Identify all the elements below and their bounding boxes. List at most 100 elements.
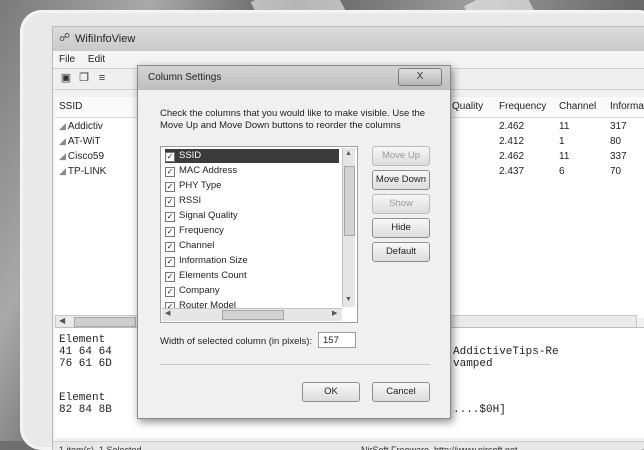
properties-icon[interactable]: ≡ [95,72,109,85]
column-item-ssid[interactable]: ✓ SSID [165,149,339,163]
checkbox[interactable]: ✓ [165,287,175,297]
status-credit: NirSoft Freeware. http://www.nirsoft.net [361,445,518,450]
scroll-down-icon[interactable]: ▼ [345,296,352,303]
column-item-information-size[interactable]: ✓ Information Size [165,254,339,268]
checkbox[interactable]: ✓ [165,227,175,237]
channel-cell: 11 [559,121,570,132]
ok-button[interactable]: OK [302,382,360,402]
frequency-cell: 2.412 [499,136,525,147]
dialog-title: Column Settings [148,72,222,83]
save-icon[interactable]: ▣ [59,72,73,85]
column-item-label: SSID [179,150,202,161]
wifi-app-icon: ☍ [59,32,71,44]
status-item-count: 1 item(s), 1 Selected [59,445,142,450]
checklist-vertical-scrollbar[interactable]: ▲ ▼ [342,148,355,307]
frequency-cell: 2.462 [499,121,525,132]
menu-file[interactable]: File [59,54,75,65]
signal-icon: ◢ [59,166,66,176]
column-item-frequency[interactable]: ✓ Frequency [165,224,339,238]
column-item-rssi[interactable]: ✓ RSSI [165,194,339,208]
checkbox[interactable]: ✓ [165,152,175,162]
detail-text: 82 84 8B [59,404,112,416]
scroll-thumb[interactable] [344,166,355,236]
column-item-label: RSSI [179,195,202,206]
info-size-cell: 337 [610,151,627,162]
detail-text: ....$0H] [453,404,506,416]
checkbox[interactable]: ✓ [165,242,175,252]
column-item-label: Information Size [179,255,248,266]
channel-cell: 6 [559,166,565,177]
info-size-cell: 80 [610,136,622,147]
frequency-cell: 2.462 [499,151,525,162]
column-item-label: Signal Quality [179,210,238,221]
column-checklist: ✓ SSID ✓ MAC Address ✓ PHY Type ✓ RSSI ✓ Sign… [160,146,358,323]
checkbox[interactable]: ✓ [165,257,175,267]
window-titlebar: ☍ WifiInfoView [53,27,644,51]
ssid-cell: AT-WiT [67,136,101,147]
scroll-thumb[interactable] [74,317,136,327]
close-icon: X [416,71,424,82]
column-channel[interactable]: Channel [559,101,596,112]
column-item-company[interactable]: ✓ Company [165,284,339,298]
column-item-signal-quality[interactable]: ✓ Signal Quality [165,209,339,223]
checklist-horizontal-scrollbar[interactable]: ◀ ▶ [162,308,342,321]
column-width-label: Width of selected column (in pixels): [160,336,313,347]
dialog-instructions: Check the columns that you would like to… [160,108,426,131]
column-width-input[interactable]: 157 [318,332,356,348]
move-down-button[interactable]: Move Down [372,170,430,190]
signal-icon: ◢ [59,151,66,161]
checkbox[interactable]: ✓ [165,197,175,207]
detail-text: 41 64 64 [59,346,112,358]
hide-button[interactable]: Hide [372,218,430,238]
column-item-label: PHY Type [179,180,222,191]
dialog-titlebar: Column Settings X [138,66,450,90]
show-button[interactable]: Show [372,194,430,214]
cancel-button[interactable]: Cancel [372,382,430,402]
column-item-mac-address[interactable]: ✓ MAC Address [165,164,339,178]
column-item-label: Elements Count [179,270,247,281]
signal-icon: ◢ [59,136,66,146]
checkbox[interactable]: ✓ [165,272,175,282]
scroll-left-icon[interactable]: ◀ [59,316,65,325]
scroll-thumb[interactable] [222,310,284,320]
info-size-cell: 70 [610,166,622,177]
column-signal-quality[interactable]: l Quality [447,101,483,112]
info-size-cell: 317 [610,121,627,132]
scroll-right-icon[interactable]: ▶ [332,309,337,317]
column-item-phy-type[interactable]: ✓ PHY Type [165,179,339,193]
column-item-elements-count[interactable]: ✓ Elements Count [165,269,339,283]
column-item-label: MAC Address [179,165,238,176]
detail-text: vamped [453,358,493,370]
divider [160,364,430,365]
detail-text: AddictiveTips-Re [453,346,559,358]
default-button[interactable]: Default [372,242,430,262]
ssid-cell: Addictiv [67,121,103,132]
detail-text: Element [59,334,106,346]
column-item-label: Frequency [179,225,224,236]
screenshot-frame: ☍ WifiInfoView File Edit ▣ ❐ ≡ SSID l Qu… [20,10,644,450]
channel-cell: 11 [559,151,570,162]
checkbox[interactable]: ✓ [165,212,175,222]
scroll-up-icon[interactable]: ▲ [345,150,352,157]
ssid-cell: Cisco59 [67,151,105,162]
ssid-cell: TP-LINK [67,166,107,177]
detail-text: 76 61 6D [59,358,112,370]
status-bar: 1 item(s), 1 Selected NirSoft Freeware. … [53,441,644,450]
frequency-cell: 2.437 [499,166,525,177]
copy-icon[interactable]: ❐ [77,72,91,85]
checkbox[interactable]: ✓ [165,167,175,177]
checkbox[interactable]: ✓ [165,182,175,192]
column-information-size[interactable]: Informati [610,101,644,112]
move-up-button[interactable]: Move Up [372,146,430,166]
detail-text: Element [59,392,106,404]
column-settings-dialog: Column Settings X Check the columns that… [137,65,451,419]
signal-icon: ◢ [59,121,66,131]
scroll-left-icon[interactable]: ◀ [165,309,170,317]
column-item-label: Company [179,285,220,296]
column-item-label: Channel [179,240,215,251]
column-item-channel[interactable]: ✓ Channel [165,239,339,253]
column-frequency[interactable]: Frequency [499,101,546,112]
close-button[interactable]: X [398,68,442,86]
menu-edit[interactable]: Edit [88,54,105,65]
column-ssid[interactable]: SSID [59,101,82,112]
